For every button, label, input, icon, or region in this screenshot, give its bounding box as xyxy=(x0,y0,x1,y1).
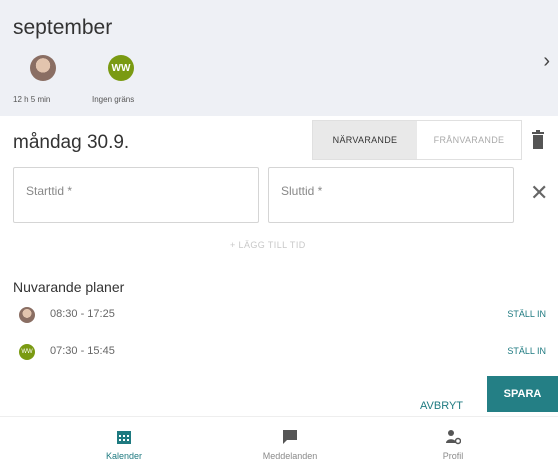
cancel-plan-button[interactable]: STÄLL IN xyxy=(507,346,546,356)
month-summary-card[interactable]: september WW 12 h 5 min Ingen gräns › xyxy=(0,0,558,116)
save-button[interactable]: SPARA xyxy=(487,376,558,412)
start-time-field[interactable]: Starttid * xyxy=(13,167,259,223)
plan-time: 08:30 - 17:25 xyxy=(50,308,115,320)
cancel-plan-button[interactable]: STÄLL IN xyxy=(507,309,546,319)
nav-item-messages[interactable]: Meddelanden xyxy=(230,417,350,466)
day-title: måndag 30.9. xyxy=(13,132,130,153)
end-time-field[interactable]: Sluttid * xyxy=(268,167,514,223)
nav-label: Profil xyxy=(442,451,464,461)
avatar-caption: Ingen gräns xyxy=(92,95,135,104)
current-plans-title: Nuvarande planer xyxy=(13,279,125,295)
message-icon xyxy=(283,430,297,444)
plan-time: 07:30 - 15:45 xyxy=(50,345,115,357)
calendar-icon xyxy=(117,431,131,444)
absent-button[interactable]: FRÅNVARANDE xyxy=(417,121,521,159)
presence-toggle: NÄRVARANDE FRÅNVARANDE xyxy=(312,120,522,160)
nav-item-calendar[interactable]: Kalender xyxy=(64,417,184,466)
present-button[interactable]: NÄRVARANDE xyxy=(313,121,417,159)
avatar-caption: 12 h 5 min xyxy=(13,95,51,104)
month-title: september xyxy=(13,16,113,39)
child-avatar-photo xyxy=(30,55,56,81)
bottom-navigation: Kalender Meddelanden Profil xyxy=(0,416,558,466)
nav-label: Meddelanden xyxy=(262,451,318,461)
nav-label: Kalender xyxy=(105,451,143,461)
add-time-button[interactable]: + LÄGG TILL TID xyxy=(230,240,306,250)
child-avatar-initials: WW xyxy=(108,55,134,81)
trash-icon[interactable] xyxy=(530,130,546,150)
profile-icon xyxy=(446,430,461,445)
close-icon[interactable]: ✕ xyxy=(530,180,548,206)
plan-row: WW 07:30 - 15:45 STÄLL IN xyxy=(13,342,558,362)
plan-row: 08:30 - 17:25 STÄLL IN xyxy=(13,305,558,325)
child-avatar-photo xyxy=(19,307,35,323)
nav-item-profile[interactable]: Profil xyxy=(393,417,513,466)
cancel-button[interactable]: AVBRYT xyxy=(420,400,463,412)
chevron-right-icon[interactable]: › xyxy=(543,50,550,73)
child-avatar-initials: WW xyxy=(19,344,35,360)
